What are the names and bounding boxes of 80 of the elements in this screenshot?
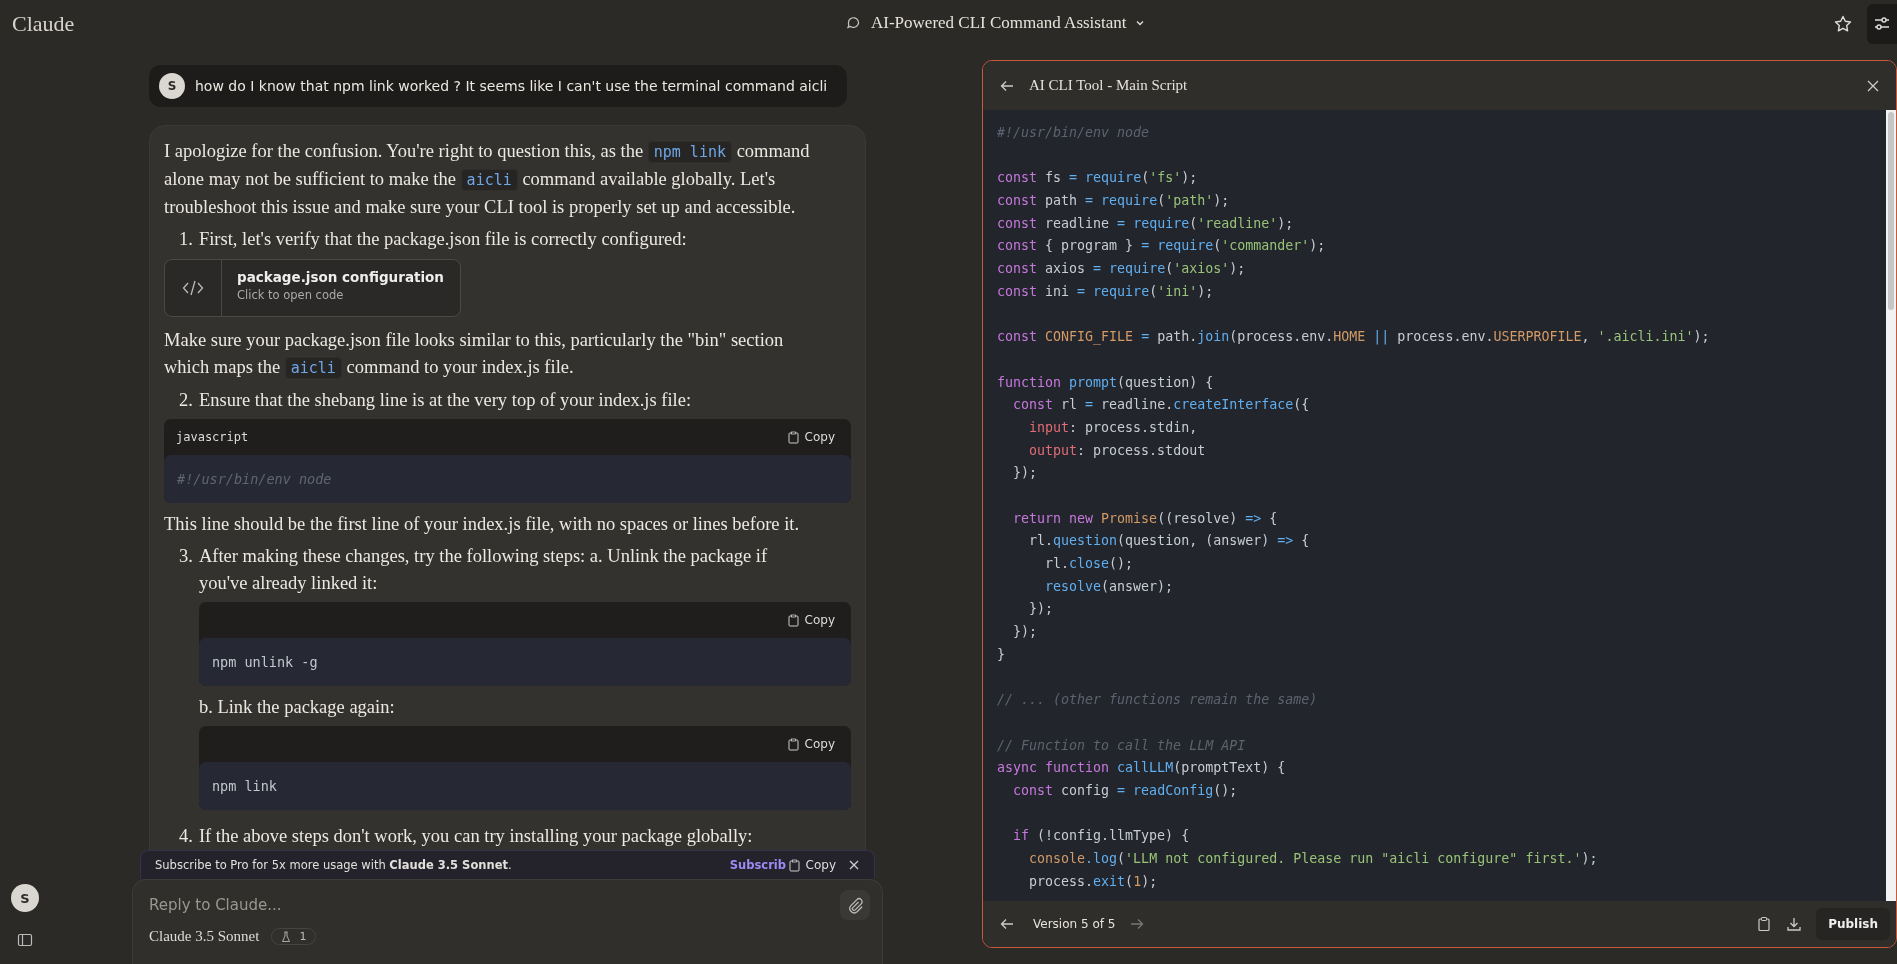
code-line: console.log('LLM not configured. Please run "aicli configure" first.'); [1028, 851, 1598, 866]
code-line: const fs = require('fs'); [997, 170, 1198, 186]
list-item-text: Ensure that the shebang line is at the very top of your index.js file: [198, 389, 693, 412]
code-line: input: process.stdin, [1028, 419, 1198, 435]
list-item-text: First, let's verify that the package.json file is correctly configured: [198, 228, 688, 251]
banner-text: Subscribe to Pro for 5x more usage with Claude 3.5 Sonnet. [155, 858, 512, 872]
list-item-text: If the above steps don't work, you can try installing your package globally: [198, 825, 754, 848]
clipboard-icon [787, 737, 799, 751]
chevron-down-icon [1135, 18, 1146, 28]
code-line: const path = require('path'); [997, 193, 1230, 209]
paperclip-icon [846, 896, 864, 914]
clipboard-icon[interactable] [1756, 916, 1773, 932]
paragraph: This line should be the first line of your index.js file, with no spaces or lines before it. [164, 513, 801, 536]
clipboard-icon [787, 430, 799, 444]
attach-button[interactable] [840, 890, 870, 920]
user-avatar[interactable]: S [11, 884, 39, 912]
flask-icon [281, 930, 292, 943]
user-avatar: S [159, 73, 185, 99]
code-line: function prompt(question) { [997, 374, 1214, 390]
artifact-subtitle: Click to open code [237, 287, 345, 304]
code-line: #!/usr/bin/env node [997, 125, 1150, 140]
chat-title-button[interactable]: AI-Powered CLI Command Assistant [842, 11, 1150, 35]
sidebar-toggle-icon[interactable] [17, 932, 33, 948]
clipboard-icon [788, 858, 800, 872]
code-line: } [997, 646, 1005, 662]
list-item-text: After making these changes, try the following steps: a. Unlink the package if you've already linked it: [198, 545, 769, 595]
code-line: resolve(answer); [1044, 578, 1174, 594]
code-line: const config = readConfig(); [1012, 782, 1238, 798]
previous-version-icon[interactable] [999, 916, 1015, 932]
code-line: const readline = require('readline'); [997, 215, 1294, 231]
code-line: const ini = require('ini'); [997, 283, 1214, 299]
paragraph: b. Link the package again: [198, 696, 396, 719]
sliders-icon [1873, 15, 1891, 33]
next-version-icon[interactable] [1129, 916, 1146, 932]
code-line: rl.close(); [1044, 556, 1134, 572]
version-label: Version 5 of 5 [1033, 917, 1116, 931]
code-line: async function callLLM(promptText) { [997, 760, 1286, 776]
reply-field[interactable]: Reply to Claude... Claude 3.5 Sonnet 1 [132, 879, 883, 964]
code-line: output: process.stdout [1028, 442, 1206, 458]
paragraph: I apologize for the confusion. You're right to question this, as the npm link command alone may not be sufficient to make the aicli command available globally. Let's troubleshoot this issue and make sure your CLI tool is properly set up and accessible. [164, 140, 811, 219]
copy-button[interactable]: Copy [785, 735, 837, 753]
message-text: how do I know that npm link worked ? It seems like I can't use the terminal command aicli [195, 78, 828, 94]
close-icon[interactable] [1866, 78, 1880, 93]
artifact-title: AI CLI Tool - Main Script [1029, 77, 1188, 94]
code-line: }); [1012, 624, 1038, 640]
star-icon[interactable] [1833, 14, 1853, 34]
subscribe-link[interactable]: Subscrib [729, 858, 786, 872]
code-line: }); [1012, 465, 1038, 481]
list-number: 2. [179, 389, 193, 412]
list-number: 3. [179, 545, 193, 568]
copy-button[interactable]: Copy [786, 856, 838, 874]
code-icon [182, 279, 204, 297]
clipboard-icon [787, 613, 799, 627]
publish-button[interactable]: Publish [1816, 908, 1890, 940]
code-line: if (!config.llmType) { [1012, 828, 1190, 844]
settings-button[interactable] [1867, 4, 1897, 44]
code-line: process.exit(1); [1028, 873, 1158, 889]
code-line: }); [1028, 601, 1054, 617]
model-selector[interactable]: Claude 3.5 Sonnet [149, 928, 260, 945]
code-line: const CONFIG_FILE = path.join(process.env.HOME || process.env.USERPROFILE, '.aicli.ini'); [997, 329, 1710, 345]
code-line: const { program } = require('commander'); [997, 238, 1326, 254]
code-line: // ... (other functions remain the same) [997, 692, 1318, 708]
close-icon[interactable] [848, 859, 860, 871]
scrollbar-thumb[interactable] [1888, 112, 1894, 310]
code-line: return new Promise((resolve) => { [1012, 510, 1278, 526]
artifact-title: package.json configuration [237, 268, 444, 286]
artifact-card[interactable]: package.json configuration Click to open code [164, 259, 461, 317]
code-language: javascript [176, 430, 249, 444]
code-line: // Function to call the LLM API [997, 737, 1246, 753]
list-number: 1. [179, 228, 193, 251]
code-line: const rl = readline.createInterface({ [1012, 397, 1310, 413]
code-line: const axios = require('axios'); [997, 261, 1246, 277]
copy-button[interactable]: Copy [785, 428, 837, 446]
chat-bubble-icon [846, 15, 862, 31]
download-icon[interactable] [1786, 916, 1803, 932]
copy-button[interactable]: Copy [785, 611, 837, 629]
list-number: 4. [179, 825, 193, 848]
code-line: rl.question(question, (answer) => { [1028, 533, 1310, 549]
app-logo[interactable]: Claude [12, 11, 75, 37]
paragraph: Make sure your package.json file looks similar to this, particularly the "bin" section which maps the aicli command to your index.js file. [164, 329, 785, 381]
